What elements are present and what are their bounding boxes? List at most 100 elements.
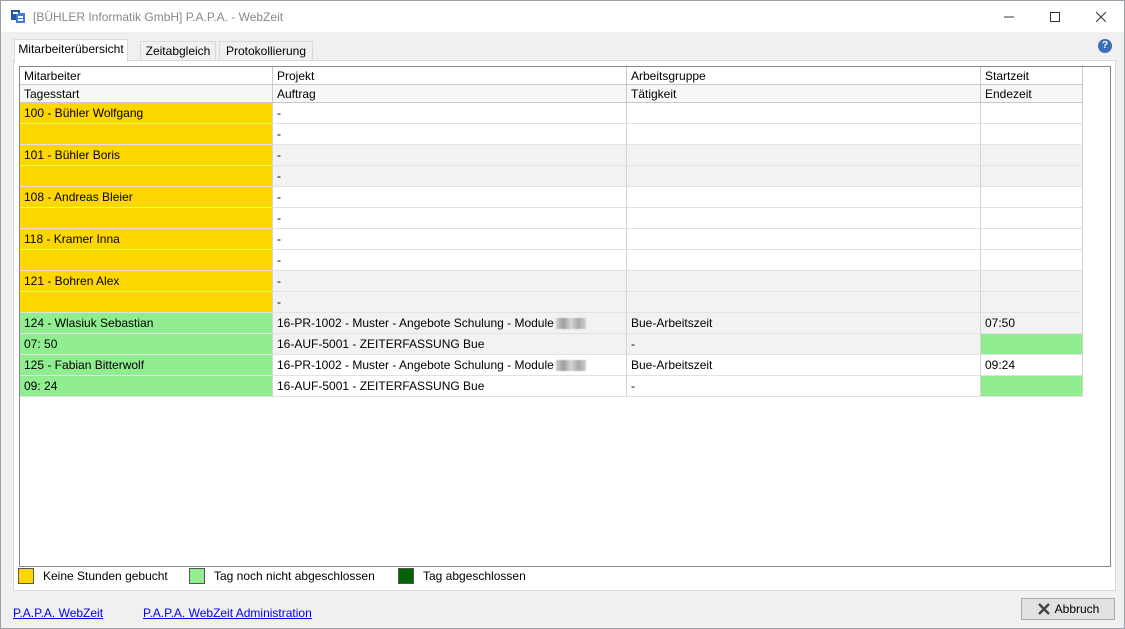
zeit-cell[interactable]	[981, 292, 1083, 313]
mitarbeiter-cell[interactable]: 09: 24	[20, 376, 273, 397]
legend-swatch-lightgreen	[189, 568, 205, 584]
table-row[interactable]: 125 - Fabian Bitterwolf 16-PR-1002 - Must…	[20, 355, 1083, 376]
mitarbeiter-cell[interactable]: 07: 50	[20, 334, 273, 355]
cell-text: -	[631, 379, 635, 393]
cell-text: 108 - Andreas Bleier	[24, 190, 133, 204]
projekt-cell[interactable]: -	[273, 271, 627, 292]
table-row[interactable]: 07: 50 16-AUF-5001 - ZEITERFASSUNG Bue -	[20, 334, 1083, 355]
zeit-cell[interactable]	[981, 103, 1083, 124]
projekt-cell[interactable]: -	[273, 229, 627, 250]
arbeitsgruppe-cell[interactable]	[627, 208, 981, 229]
table-row[interactable]: 124 - Wlasiuk Sebastian 16-PR-1002 - Must…	[20, 313, 1083, 334]
mitarbeiter-cell[interactable]: 125 - Fabian Bitterwolf	[20, 355, 273, 376]
zeit-cell[interactable]	[981, 124, 1083, 145]
arbeitsgruppe-cell[interactable]	[627, 229, 981, 250]
window-title: [BÜHLER Informatik GmbH] P.A.P.A. - WebZ…	[33, 10, 284, 24]
employee-grid[interactable]: Mitarbeiter Projekt Arbeitsgruppe Startz…	[19, 66, 1111, 567]
tab-protokollierung[interactable]: Protokollierung	[219, 41, 313, 61]
projekt-cell[interactable]: 16-PR-1002 - Muster - Angebote Schulung …	[273, 313, 627, 334]
mitarbeiter-cell[interactable]: 108 - Andreas Bleier	[20, 187, 273, 208]
table-row[interactable]: 108 - Andreas Bleier -	[20, 187, 1083, 208]
column-header-startzeit[interactable]: Startzeit	[981, 67, 1083, 85]
abort-button[interactable]: Abbruch	[1021, 598, 1115, 620]
mitarbeiter-cell[interactable]: 121 - Bohren Alex	[20, 271, 273, 292]
arbeitsgruppe-cell[interactable]: -	[627, 376, 981, 397]
table-row[interactable]: -	[20, 124, 1083, 145]
minimize-icon[interactable]	[986, 1, 1032, 32]
arbeitsgruppe-cell[interactable]	[627, 187, 981, 208]
mitarbeiter-cell[interactable]	[20, 124, 273, 145]
cell-text: 16-AUF-5001 - ZEITERFASSUNG Bue	[277, 337, 485, 351]
cell-text: 07:50	[985, 316, 1016, 330]
legend-label: Tag noch nicht abgeschlossen	[214, 569, 375, 583]
projekt-cell[interactable]: -	[273, 250, 627, 271]
zeit-cell[interactable]: 09:24	[981, 355, 1083, 376]
link-papa-webzeit-administration[interactable]: P.A.P.A. WebZeit Administration	[143, 606, 312, 620]
mitarbeiter-cell[interactable]: 100 - Bühler Wolfgang	[20, 103, 273, 124]
table-row[interactable]: 100 - Bühler Wolfgang -	[20, 103, 1083, 124]
arbeitsgruppe-cell[interactable]	[627, 292, 981, 313]
table-row[interactable]: -	[20, 166, 1083, 187]
projekt-cell[interactable]: -	[273, 103, 627, 124]
projekt-cell[interactable]: -	[273, 166, 627, 187]
mitarbeiter-cell[interactable]	[20, 250, 273, 271]
column-header-projekt[interactable]: Projekt	[273, 67, 627, 85]
zeit-cell[interactable]	[981, 145, 1083, 166]
projekt-cell[interactable]: -	[273, 145, 627, 166]
table-row[interactable]: 118 - Kramer Inna -	[20, 229, 1083, 250]
projekt-cell[interactable]: -	[273, 187, 627, 208]
zeit-cell[interactable]	[981, 208, 1083, 229]
arbeitsgruppe-cell[interactable]	[627, 250, 981, 271]
projekt-cell[interactable]: 16-PR-1002 - Muster - Angebote Schulung …	[273, 355, 627, 376]
tab-mitarbeiteruebersicht[interactable]: Mitarbeiterübersicht	[14, 39, 128, 62]
cell-text: 07: 50	[24, 337, 58, 351]
mitarbeiter-cell[interactable]: 124 - Wlasiuk Sebastian	[20, 313, 273, 334]
column-header-tagesstart[interactable]: Tagesstart	[20, 85, 273, 103]
close-icon[interactable]	[1078, 1, 1124, 32]
zeit-cell[interactable]	[981, 229, 1083, 250]
mitarbeiter-cell[interactable]	[20, 292, 273, 313]
arbeitsgruppe-cell[interactable]	[627, 124, 981, 145]
tab-zeitabgleich[interactable]: Zeitabgleich	[140, 41, 216, 61]
zeit-cell[interactable]: 07:50	[981, 313, 1083, 334]
zeit-cell[interactable]	[981, 376, 1083, 397]
table-row[interactable]: -	[20, 250, 1083, 271]
table-row[interactable]: -	[20, 292, 1083, 313]
column-header-taetigkeit[interactable]: Tätigkeit	[627, 85, 981, 103]
zeit-cell[interactable]	[981, 334, 1083, 355]
table-row[interactable]: 101 - Bühler Boris -	[20, 145, 1083, 166]
arbeitsgruppe-cell[interactable]	[627, 271, 981, 292]
mitarbeiter-cell[interactable]	[20, 208, 273, 229]
column-header-auftrag[interactable]: Auftrag	[273, 85, 627, 103]
arbeitsgruppe-cell[interactable]: -	[627, 334, 981, 355]
redacted-text	[555, 318, 586, 330]
maximize-icon[interactable]	[1032, 1, 1078, 32]
zeit-cell[interactable]	[981, 187, 1083, 208]
projekt-cell[interactable]: -	[273, 208, 627, 229]
help-icon[interactable]: ?	[1098, 39, 1112, 53]
projekt-cell[interactable]: 16-AUF-5001 - ZEITERFASSUNG Bue	[273, 334, 627, 355]
table-row[interactable]: -	[20, 208, 1083, 229]
column-header-mitarbeiter[interactable]: Mitarbeiter	[20, 67, 273, 85]
column-header-endezeit[interactable]: Endezeit	[981, 85, 1083, 103]
projekt-cell[interactable]: -	[273, 124, 627, 145]
zeit-cell[interactable]	[981, 166, 1083, 187]
cell-text: -	[277, 232, 281, 246]
table-row[interactable]: 121 - Bohren Alex -	[20, 271, 1083, 292]
zeit-cell[interactable]	[981, 250, 1083, 271]
projekt-cell[interactable]: 16-AUF-5001 - ZEITERFASSUNG Bue	[273, 376, 627, 397]
link-papa-webzeit[interactable]: P.A.P.A. WebZeit	[13, 606, 103, 620]
arbeitsgruppe-cell[interactable]	[627, 145, 981, 166]
arbeitsgruppe-cell[interactable]: Bue-Arbeitszeit	[627, 355, 981, 376]
zeit-cell[interactable]	[981, 271, 1083, 292]
column-header-arbeitsgruppe[interactable]: Arbeitsgruppe	[627, 67, 981, 85]
mitarbeiter-cell[interactable]	[20, 166, 273, 187]
arbeitsgruppe-cell[interactable]	[627, 103, 981, 124]
mitarbeiter-cell[interactable]: 118 - Kramer Inna	[20, 229, 273, 250]
arbeitsgruppe-cell[interactable]	[627, 166, 981, 187]
cell-text: 121 - Bohren Alex	[24, 274, 120, 288]
arbeitsgruppe-cell[interactable]: Bue-Arbeitszeit	[627, 313, 981, 334]
projekt-cell[interactable]: -	[273, 292, 627, 313]
mitarbeiter-cell[interactable]: 101 - Bühler Boris	[20, 145, 273, 166]
table-row[interactable]: 09: 24 16-AUF-5001 - ZEITERFASSUNG Bue -	[20, 376, 1083, 397]
